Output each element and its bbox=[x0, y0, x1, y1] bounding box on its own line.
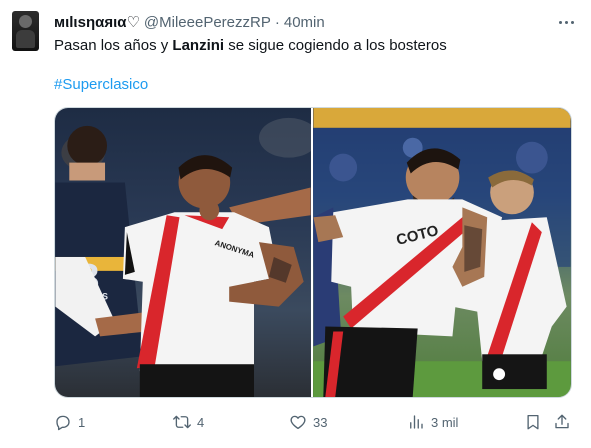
tweet-text-end: se sigue cogiendo a los bosteros bbox=[224, 37, 447, 54]
action-bar: 1 4 33 3 mil bbox=[54, 410, 572, 434]
like-button[interactable]: 33 bbox=[289, 410, 327, 434]
photo-left-illustration: 8 QUILMES ANONYMA bbox=[55, 117, 311, 397]
user-handle[interactable]: @MileeePerezzRP bbox=[144, 14, 271, 31]
media-grid: 8 QUILMES ANONYMA bbox=[54, 107, 572, 398]
reply-icon bbox=[56, 415, 70, 431]
more-options-icon[interactable] bbox=[555, 14, 577, 30]
hashtag-link[interactable]: #Superclasico bbox=[54, 75, 148, 95]
tweet-card[interactable]: мιlιѕηαяια♡ @MileeePerezzRP · 40min Pasa… bbox=[0, 0, 591, 448]
views-button[interactable]: 3 mil bbox=[407, 410, 458, 434]
avatar[interactable] bbox=[12, 11, 39, 51]
separator-dot: · bbox=[274, 13, 280, 31]
views-count: 3 mil bbox=[431, 414, 459, 430]
reply-count: 1 bbox=[78, 414, 86, 430]
reply-button[interactable]: 1 bbox=[54, 410, 85, 434]
like-count: 33 bbox=[313, 414, 328, 430]
views-chart-icon bbox=[410, 415, 423, 429]
photo-right-illustration: COTO bbox=[313, 108, 571, 397]
photo-left[interactable]: 8 QUILMES ANONYMA bbox=[55, 108, 311, 397]
bookmark-icon bbox=[527, 414, 539, 430]
retweet-count: 4 bbox=[197, 414, 205, 430]
photo-right[interactable]: COTO bbox=[313, 108, 571, 397]
share-button[interactable] bbox=[553, 410, 571, 434]
tweet-time[interactable]: 40min bbox=[284, 14, 325, 31]
heart-icon bbox=[290, 415, 306, 430]
tweet-header: мιlιѕηαяια♡ @MileeePerezzRP · 40min bbox=[54, 12, 325, 32]
retweet-button[interactable]: 4 bbox=[173, 410, 204, 434]
share-icon bbox=[555, 414, 569, 429]
tweet-text-bold: Lanzini bbox=[172, 37, 225, 54]
tweet-text-start: Pasan los años y bbox=[54, 37, 173, 54]
tweet-text: Pasan los años y Lanzini se sigue cogien… bbox=[54, 36, 447, 56]
retweet-icon bbox=[173, 415, 191, 429]
display-name[interactable]: мιlιѕηαяια♡ bbox=[54, 13, 140, 31]
bookmark-button[interactable] bbox=[524, 410, 542, 434]
